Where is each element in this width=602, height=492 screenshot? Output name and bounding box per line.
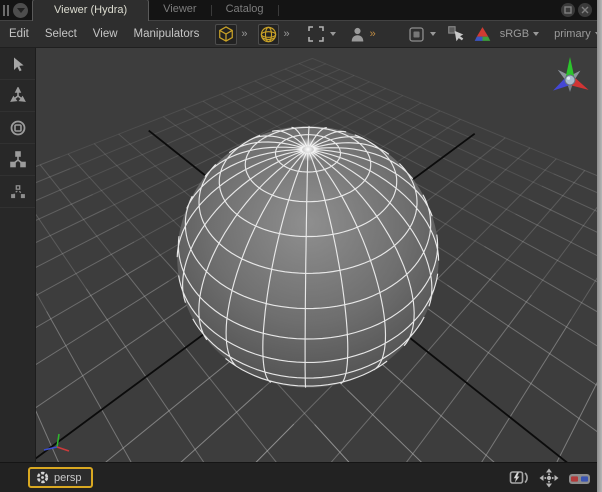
select-tool[interactable] [0, 48, 35, 80]
marquee-select-button[interactable] [306, 24, 326, 44]
color-gamut-icon [473, 25, 492, 43]
tab-catalog[interactable]: Catalog [212, 0, 278, 20]
color-management-button[interactable] [473, 25, 492, 43]
camera-view-label: persp [54, 472, 82, 484]
axis-y-green [566, 57, 574, 77]
translate-tool[interactable] [0, 80, 35, 112]
axis-orientation-gizmo[interactable] [551, 57, 591, 94]
viewer-pane: Viewer (Hydra) Viewer Catalog Edit Selec… [0, 0, 602, 492]
display-mode-button[interactable] [407, 25, 426, 44]
color-space-select[interactable]: sRGB [500, 28, 529, 40]
pointer-snap-button[interactable] [446, 24, 466, 44]
pivot-orbit-icon [9, 183, 27, 201]
pane-window-buttons [561, 3, 597, 17]
status-bar-icons [509, 468, 591, 492]
maximize-pane-button[interactable] [561, 3, 575, 17]
tab-viewer-hydra[interactable]: Viewer (Hydra) [32, 0, 149, 21]
marquee-select-icon [306, 24, 326, 44]
cube-icon [216, 24, 236, 44]
scene-geometry [36, 58, 597, 462]
translate-jack-icon [9, 87, 27, 105]
pointer-select-icon [446, 24, 466, 44]
menu-view[interactable]: View [85, 28, 126, 40]
stereo-glasses-icon [568, 470, 591, 487]
flush-caches-icon [509, 469, 530, 487]
camera-view-button[interactable]: persp [28, 467, 93, 488]
chevron-down-icon [17, 8, 25, 13]
chevron-down-icon[interactable] [330, 32, 336, 36]
menu-edit[interactable]: Edit [0, 28, 37, 40]
view-output-select[interactable]: primary [554, 28, 591, 40]
rotate-circle-icon [9, 119, 27, 137]
lookthrough-light-button[interactable] [258, 24, 279, 45]
viewport-canvas[interactable] [36, 48, 597, 462]
pane-grip-icon[interactable] [3, 5, 9, 16]
pane-splitter[interactable] [597, 0, 602, 492]
chevron-down-icon[interactable] [533, 32, 539, 36]
scale-tool[interactable] [0, 144, 35, 176]
viewer-tool-sidebar [0, 48, 36, 462]
pan-view-icon [539, 468, 559, 488]
scale-jack-icon [9, 151, 27, 169]
menu-manipulators[interactable]: Manipulators [126, 28, 208, 40]
lookthrough-geometry-button[interactable] [215, 24, 237, 45]
cursor-arrow-icon [9, 55, 27, 73]
pane-menu-button[interactable] [13, 3, 28, 18]
rotate-tool[interactable] [0, 112, 35, 144]
tab-separator [278, 5, 279, 16]
person-icon [349, 25, 366, 44]
menu-select[interactable]: Select [37, 28, 85, 40]
viewer-status-bar: persp [0, 462, 597, 492]
globe-icon [259, 25, 278, 44]
pan-view-button[interactable] [539, 468, 559, 492]
close-pane-button[interactable] [578, 3, 592, 17]
lookthrough-camera-button[interactable] [349, 25, 366, 44]
tab-viewer[interactable]: Viewer [149, 0, 210, 20]
square-icon [564, 6, 572, 14]
stereo-view-button[interactable] [568, 470, 591, 492]
pivot-tool[interactable] [0, 176, 35, 208]
chevron-expand[interactable]: » [241, 29, 247, 40]
chevron-expand[interactable]: » [283, 29, 289, 40]
close-icon [581, 6, 589, 14]
viewer-toolbar: Edit Select View Manipulators » » [0, 21, 597, 48]
display-mode-icon [407, 25, 426, 44]
viewport-3d [36, 48, 597, 462]
chevron-expand[interactable]: » [370, 29, 376, 40]
chevron-down-icon[interactable] [430, 32, 436, 36]
camera-gear-icon [36, 471, 49, 484]
flush-caches-button[interactable] [509, 469, 530, 492]
tab-bar: Viewer (Hydra) Viewer Catalog [0, 0, 597, 21]
